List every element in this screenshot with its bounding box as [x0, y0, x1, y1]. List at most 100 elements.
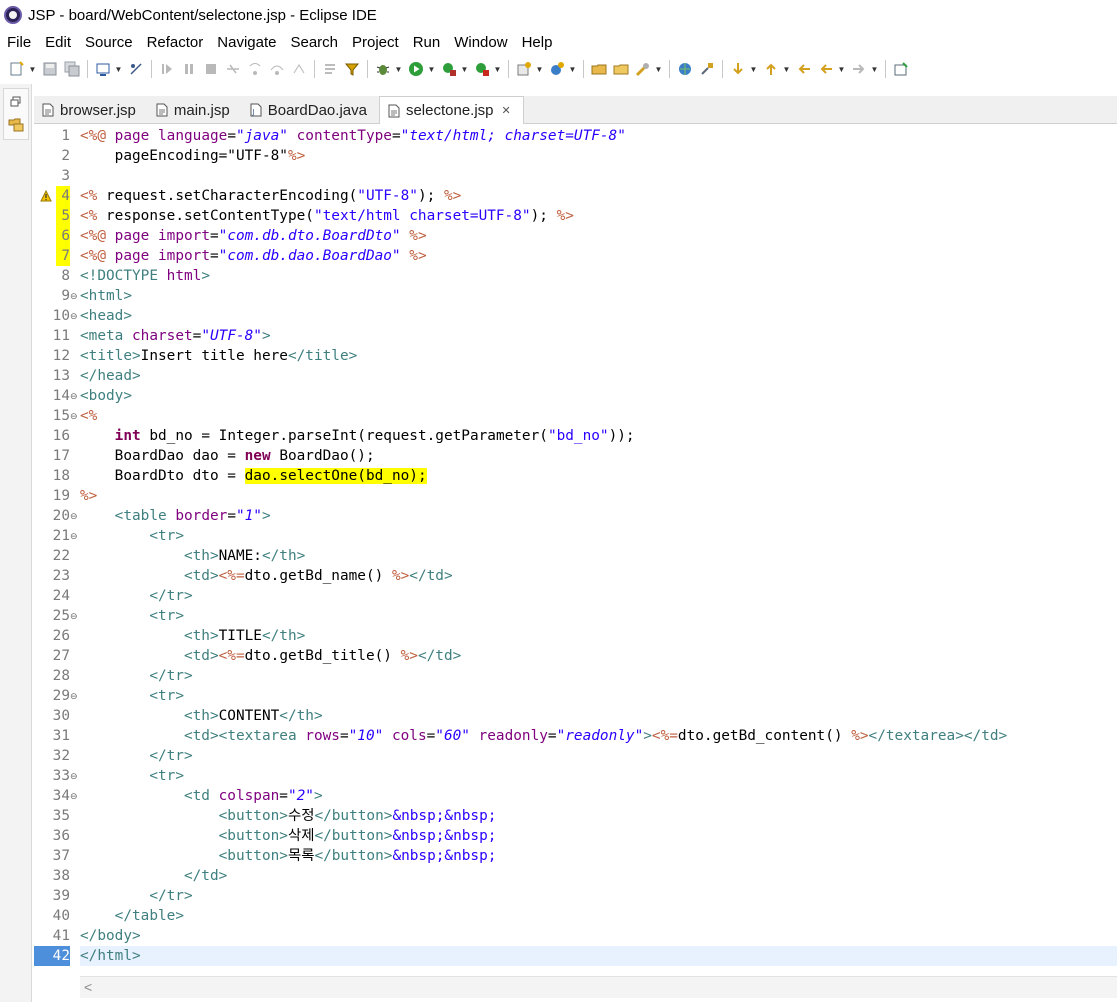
line-number: 7: [56, 246, 70, 266]
menu-project[interactable]: Project: [352, 34, 399, 51]
menu-source[interactable]: Source: [85, 34, 133, 51]
fold-toggle-icon[interactable]: ⊖: [70, 606, 79, 626]
line-number: 4: [56, 186, 70, 206]
next-annotation-icon[interactable]: [729, 60, 747, 78]
restore-icon[interactable]: [7, 93, 25, 111]
debug-icon[interactable]: [374, 60, 392, 78]
warning-icon[interactable]: [40, 190, 52, 202]
terminal-dropdown-icon[interactable]: ▼: [114, 60, 123, 78]
code-line: <tr>: [149, 688, 184, 704]
pin-editor-icon[interactable]: [892, 60, 910, 78]
line-number: 17: [52, 448, 70, 464]
project-explorer-icon[interactable]: [7, 115, 25, 133]
terminate-icon[interactable]: [202, 60, 220, 78]
code-text-area[interactable]: <%@ page language="java" contentType="te…: [80, 124, 1117, 974]
save-icon[interactable]: [41, 60, 59, 78]
tab-browser-jsp[interactable]: browser.jsp: [34, 96, 148, 124]
next-annotation-dropdown-icon[interactable]: ▼: [749, 60, 758, 78]
coverage-dropdown-icon[interactable]: ▼: [460, 60, 469, 78]
line-number: 28: [52, 668, 70, 684]
tab-selectone-jsp[interactable]: selectone.jsp ✕: [378, 96, 524, 125]
use-step-filters-icon[interactable]: [343, 60, 361, 78]
new-dropdown-icon[interactable]: ▼: [28, 60, 37, 78]
step-return-icon[interactable]: [290, 60, 308, 78]
tab-label: main.jsp: [173, 101, 230, 119]
coverage-icon[interactable]: [440, 60, 458, 78]
back-dropdown-icon[interactable]: ▼: [837, 60, 846, 78]
code-editor[interactable]: 1 2 3 4 5 6 7 8 9 ⊖ 10 ⊖ 11 12 13 14 ⊖ 15 ⊖ 16 17 18 19 20 ⊖ 21 ⊖ 2…: [34, 124, 1117, 1002]
close-icon[interactable]: ✕: [502, 104, 511, 117]
fold-toggle-icon[interactable]: ⊖: [70, 406, 79, 426]
code-line: <table border="1">: [114, 508, 271, 524]
step-over-icon[interactable]: [268, 60, 286, 78]
fold-toggle-icon[interactable]: ⊖: [70, 506, 79, 526]
search-dropdown-icon[interactable]: ▼: [654, 60, 663, 78]
menu-window[interactable]: Window: [454, 34, 507, 51]
code-line: </td>: [183, 868, 228, 884]
disconnect-icon[interactable]: [224, 60, 242, 78]
toggle-mark-occurrences-icon[interactable]: [698, 60, 716, 78]
new-java-class-dropdown-icon[interactable]: ▼: [568, 60, 577, 78]
code-line: </table>: [114, 908, 184, 924]
line-number: 32: [52, 748, 70, 764]
line-number: 21: [52, 528, 70, 544]
terminal-icon[interactable]: [94, 60, 112, 78]
forward-icon[interactable]: [850, 60, 868, 78]
code-line: <%@ page language="java" contentType="te…: [80, 128, 626, 144]
forward-dropdown-icon[interactable]: ▼: [870, 60, 879, 78]
line-number: 22: [52, 548, 70, 564]
menu-edit[interactable]: Edit: [45, 34, 71, 51]
menu-run[interactable]: Run: [413, 34, 441, 51]
last-edit-location-icon[interactable]: [795, 60, 813, 78]
new-server-dropdown-icon[interactable]: ▼: [535, 60, 544, 78]
external-tools-icon[interactable]: [473, 60, 491, 78]
menu-file[interactable]: File: [7, 34, 31, 51]
new-server-icon[interactable]: [515, 60, 533, 78]
skip-breakpoints-icon[interactable]: [127, 60, 145, 78]
code-line: <meta charset="UTF-8">: [80, 328, 271, 344]
horizontal-scrollbar[interactable]: <: [80, 976, 1117, 998]
fold-toggle-icon[interactable]: ⊖: [70, 286, 79, 306]
run-icon[interactable]: [407, 60, 425, 78]
line-number: 24: [52, 588, 70, 604]
fold-toggle-icon[interactable]: ⊖: [70, 766, 79, 786]
save-all-icon[interactable]: [63, 60, 81, 78]
scroll-left-icon[interactable]: <: [84, 979, 92, 995]
fold-toggle-icon[interactable]: ⊖: [70, 386, 79, 406]
fold-toggle-icon[interactable]: ⊖: [70, 686, 79, 706]
menu-search[interactable]: Search: [290, 34, 338, 51]
previous-annotation-icon[interactable]: [762, 60, 780, 78]
step-into-icon[interactable]: [246, 60, 264, 78]
run-dropdown-icon[interactable]: ▼: [427, 60, 436, 78]
open-type-icon[interactable]: [590, 60, 608, 78]
new-java-class-icon[interactable]: [548, 60, 566, 78]
code-line: </tr>: [149, 588, 193, 604]
tab-main-jsp[interactable]: main.jsp: [148, 96, 242, 124]
new-icon[interactable]: [8, 60, 26, 78]
tab-boarddao-java[interactable]: J BoardDao.java: [242, 96, 379, 124]
open-resource-icon[interactable]: [612, 60, 630, 78]
suspend-icon[interactable]: [180, 60, 198, 78]
eclipse-logo-icon: [4, 6, 22, 24]
line-number: 19: [52, 488, 70, 504]
search-icon[interactable]: [634, 60, 652, 78]
code-line: </body>: [80, 928, 141, 944]
drop-to-frame-icon[interactable]: [321, 60, 339, 78]
code-line: <td><%=dto.getBd_title() %></td>: [183, 648, 462, 664]
line-number: 30: [52, 708, 70, 724]
resume-icon[interactable]: [158, 60, 176, 78]
external-tools-dropdown-icon[interactable]: ▼: [493, 60, 502, 78]
debug-dropdown-icon[interactable]: ▼: [394, 60, 403, 78]
fold-toggle-icon[interactable]: ⊖: [70, 526, 79, 546]
menu-navigate[interactable]: Navigate: [217, 34, 276, 51]
browser-icon[interactable]: [676, 60, 694, 78]
line-number: 40: [52, 908, 70, 924]
previous-annotation-dropdown-icon[interactable]: ▼: [782, 60, 791, 78]
code-line: <tr>: [149, 528, 184, 544]
fold-toggle-icon[interactable]: ⊖: [70, 786, 79, 806]
line-number: 10: [52, 308, 70, 324]
menu-help[interactable]: Help: [522, 34, 553, 51]
menu-refactor[interactable]: Refactor: [147, 34, 204, 51]
back-icon[interactable]: [817, 60, 835, 78]
fold-toggle-icon[interactable]: ⊖: [70, 306, 79, 326]
